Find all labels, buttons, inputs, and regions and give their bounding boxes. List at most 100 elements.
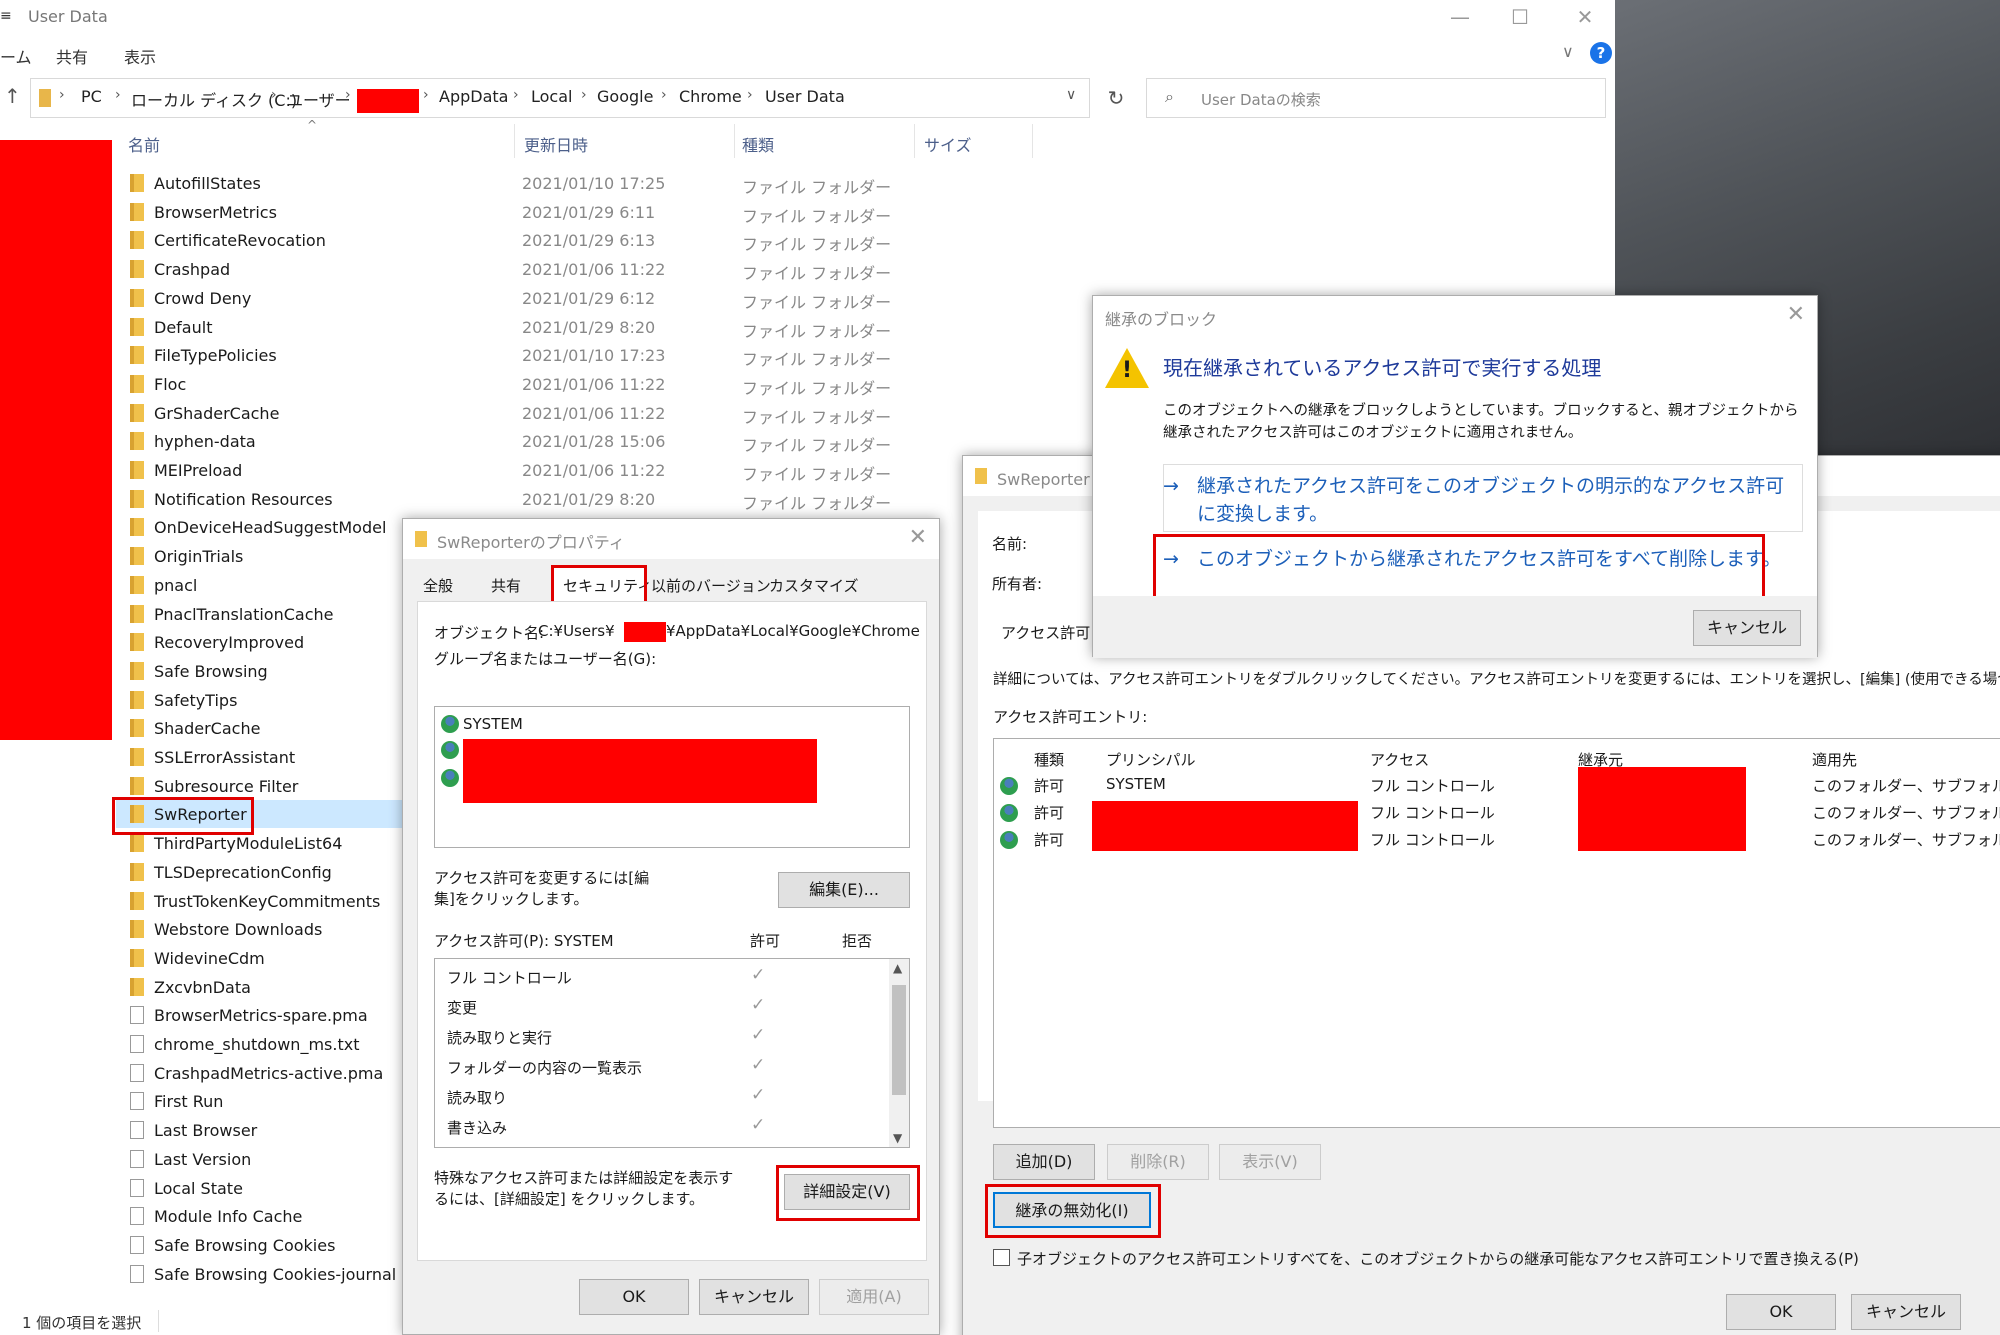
convert-inherited-option[interactable]: → 継承されたアクセス許可をこのオブジェクトの明示的なアクセス許可に変換します。 [1163,472,1793,530]
item-name: SSLErrorAssistant [154,748,296,767]
breadcrumb-users[interactable]: ユーザー [287,87,351,111]
system-menu-icon[interactable]: ≡ [0,8,12,24]
item-date: 2021/01/29 8:20 [522,317,656,337]
cancel-button[interactable]: キャンセル [1851,1294,1961,1330]
folder-row[interactable]: AutofillStates 2021/01/10 17:25 ファイル フォルダー [112,170,1312,198]
info-text: 詳細については、アクセス許可エントリをダブルクリックしてください。アクセス許可エ… [993,672,2000,688]
header-principal: プリンシパル [1106,751,1196,769]
redacted-username [357,89,419,113]
file-icon [130,1149,144,1168]
help-icon[interactable]: ? [1590,42,1612,64]
breadcrumb-pc[interactable]: PC [81,87,102,106]
folder-icon [130,174,144,192]
column-date[interactable]: 更新日時 [524,132,588,156]
close-button[interactable]: ✕ [1565,2,1605,32]
entry-access: フル コントロール [1370,831,1495,849]
redacted-inherited-from [1578,767,1746,851]
column-header: ^ 名前 更新日時 種類 サイズ [112,118,1212,160]
item-date: 2021/01/10 17:23 [522,346,666,366]
scroll-down-icon[interactable]: ▼ [893,1131,902,1145]
tab-sharing[interactable]: 共有 [491,575,521,596]
maximize-button[interactable]: ☐ [1500,2,1540,32]
search-input[interactable]: ⌕ User Dataの検索 [1146,78,1606,118]
permissions-scrollbar[interactable]: ▲ ▼ [889,959,909,1147]
view-button[interactable]: 表示(V) [1219,1144,1321,1180]
ribbon-tab-view[interactable]: 表示 [124,44,156,68]
breadcrumb-chrome[interactable]: Chrome [679,87,742,106]
folder-row[interactable]: BrowserMetrics 2021/01/29 6:11 ファイル フォルダー [112,199,1312,227]
breadcrumb-local[interactable]: Local [531,87,572,106]
highlight-disable-inheritance [985,1184,1161,1238]
permission-item: フォルダーの内容の一覧表示 [447,1059,643,1077]
column-name[interactable]: 名前 [128,132,160,156]
folder-icon [975,468,987,484]
close-icon[interactable]: ✕ [1787,302,1805,327]
ok-button[interactable]: OK [1726,1294,1836,1330]
folder-row[interactable]: Crashpad 2021/01/06 11:22 ファイル フォルダー [112,256,1312,284]
cancel-button[interactable]: キャンセル [699,1279,809,1315]
add-button[interactable]: 追加(D) [993,1144,1095,1180]
item-name: Webstore Downloads [154,920,323,940]
ok-button[interactable]: OK [579,1279,689,1315]
group-user-list[interactable]: SYSTEM [434,706,910,848]
folder-row[interactable]: CertificateRevocation 2021/01/29 6:13 ファイル… [112,227,1312,255]
allow-header: 許可 [750,932,781,950]
properties-title-bar: SwReporterのプロパティ ✕ [403,519,939,559]
breadcrumb-user-data[interactable]: User Data [765,87,845,106]
allow-check-icon: ✓ [751,1115,766,1135]
properties-title: SwReporterのプロパティ [437,533,625,552]
block-footer: キャンセル [1093,596,1817,658]
sort-ascending-icon: ^ [307,118,318,132]
group-icon [1000,777,1018,795]
ribbon-tab-home[interactable]: ーム [0,44,32,68]
breadcrumb-google[interactable]: Google [597,87,653,106]
tab-permissions[interactable]: アクセス許可 [993,622,1099,643]
breadcrumb-appdata[interactable]: AppData [439,87,508,106]
folder-icon [130,891,144,910]
apply-button[interactable]: 適用(A) [819,1279,929,1315]
navigation-row: ↑ › PC › ローカル ディスク (C:) › ユーザー › › AppDa… [0,78,1615,118]
tab-previous-versions[interactable]: 以前のバージョン [651,575,771,596]
item-name: ThirdPartyModuleList64 [154,834,343,854]
item-name: OnDeviceHeadSuggestModel [154,518,387,538]
security-panel: オブジェクト名: C:¥Users¥ ¥AppData¥Local¥Google… [417,601,927,1261]
address-dropdown-icon[interactable]: ∨ [1066,87,1076,103]
window-title: User Data [28,7,108,26]
cancel-button[interactable]: キャンセル [1693,610,1801,646]
permission-entries-grid[interactable]: 種類 プリンシパル アクセス 継承元 適用先 許可 SYSTEM フル コントロール… [993,738,2000,1128]
replace-child-permissions-label: 子オブジェクトのアクセス許可エントリすべてを、このオブジェクトからの継承可能なア… [1017,1250,1859,1268]
block-title-bar: 継承のブロック ✕ [1093,296,1817,336]
close-icon[interactable]: ✕ [909,525,927,550]
item-date: 2021/01/28 15:06 [522,432,666,452]
item-name: ZxcvbnData [154,977,251,997]
user-system[interactable]: SYSTEM [463,715,523,733]
permissions-list[interactable]: ▲ ▼ フル コントロール ✓ 変更 ✓ 読み取りと実行 ✓ フォルダーの内容の一覧表示 ✓ 読… [434,958,910,1148]
edit-button[interactable]: 編集(E)... [778,872,910,908]
object-name-label: オブジェクト名: [434,624,545,642]
entries-label: アクセス許可エントリ: [993,708,1148,726]
user-icon [441,741,459,759]
remove-button[interactable]: 削除(R) [1107,1144,1209,1180]
refresh-icon[interactable]: ↻ [1098,78,1134,118]
up-arrow-icon[interactable]: ↑ [4,84,21,108]
replace-child-permissions-checkbox[interactable] [993,1249,1010,1266]
scroll-up-icon[interactable]: ▲ [893,961,902,975]
item-type: ファイル フォルダー [742,321,892,341]
item-type: ファイル フォルダー [742,407,892,427]
ribbon-expand-chevron-icon[interactable]: ∨ [1562,42,1574,61]
block-description: このオブジェクトへの継承をブロックしようとしています。ブロックすると、親オブジェ… [1163,403,1799,441]
minimize-button[interactable]: — [1440,2,1480,32]
ribbon-tab-share[interactable]: 共有 [56,44,88,68]
folder-icon [130,432,144,451]
address-bar[interactable]: › PC › ローカル ディスク (C:) › ユーザー › › AppData… [30,78,1090,118]
tab-general[interactable]: 全般 [423,575,453,596]
allow-check-icon: ✓ [751,1025,766,1045]
folder-icon [130,489,144,508]
item-name: Safe Browsing Cookies-journal [154,1264,397,1284]
item-type: ファイル フォルダー [742,235,892,255]
item-name: TLSDeprecationConfig [154,862,332,882]
item-name: PnaclTranslationCache [154,604,334,624]
tab-customize[interactable]: カスタマイズ [769,575,859,596]
column-size[interactable]: サイズ [924,132,972,156]
column-type[interactable]: 種類 [742,132,774,156]
